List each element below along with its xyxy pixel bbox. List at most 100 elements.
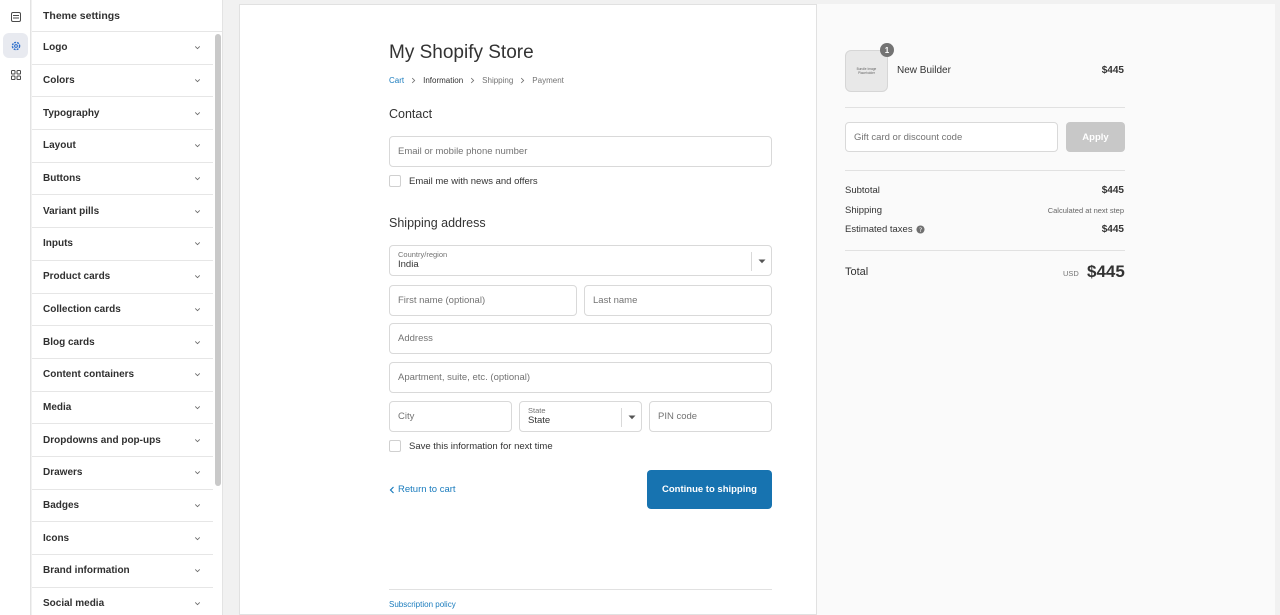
discount-placeholder: Gift card or discount code: [854, 131, 963, 143]
chevron-down-icon: [194, 275, 201, 279]
breadcrumb: Cart Information Shipping Payment: [389, 76, 564, 85]
chevron-down-icon: [194, 602, 201, 606]
product-price: $445: [1101, 65, 1124, 76]
breadcrumb-payment: Payment: [532, 76, 564, 85]
chevron-down-icon: [194, 79, 201, 83]
apps-icon[interactable]: [3, 62, 28, 87]
breadcrumb-cart[interactable]: Cart: [389, 76, 404, 85]
theme-settings-sidebar: Theme settings Logo Colors Typography La…: [32, 0, 223, 615]
sidebar-item-label: Dropdowns and pop-ups: [43, 434, 161, 446]
taxes-value: $445: [1101, 224, 1124, 235]
address-field[interactable]: Address: [389, 323, 772, 354]
contact-heading: Contact: [389, 107, 433, 121]
chevron-right-icon: [412, 77, 416, 84]
sidebar-item-social-media[interactable]: Social media: [32, 588, 213, 615]
sidebar-item-inputs[interactable]: Inputs: [32, 228, 213, 261]
sidebar-item-logo[interactable]: Logo: [32, 32, 213, 65]
sidebar-item-label: Brand information: [43, 565, 130, 577]
sidebar-item-label: Social media: [43, 598, 105, 610]
sidebar-item-dropdowns-and-pop-ups[interactable]: Dropdowns and pop-ups: [32, 424, 213, 457]
thumbnail-placeholder-text: Bundle Image Placeholder: [856, 67, 877, 75]
shipping-address-heading: Shipping address: [389, 216, 486, 230]
chevron-right-icon: [471, 77, 475, 84]
sidebar-item-label: Typography: [43, 107, 100, 119]
apply-button[interactable]: Apply: [1066, 122, 1125, 152]
sidebar-item-media[interactable]: Media: [32, 392, 213, 425]
sidebar-item-label: Inputs: [43, 238, 73, 250]
return-to-cart-link[interactable]: Return to cart: [389, 484, 456, 495]
sidebar-item-label: Layout: [43, 140, 76, 152]
save-info-option: Save this information for next time: [389, 440, 553, 452]
chevron-down-icon: [194, 340, 201, 344]
sidebar-item-label: Media: [43, 401, 72, 413]
email-field[interactable]: Email or mobile phone number: [389, 136, 772, 167]
sidebar-item-product-cards[interactable]: Product cards: [32, 261, 213, 294]
country-select[interactable]: Country/region India: [389, 245, 772, 276]
last-name-placeholder: Last name: [593, 295, 638, 306]
sidebar-item-label: Variant pills: [43, 205, 100, 217]
sidebar-item-icons[interactable]: Icons: [32, 522, 213, 555]
apartment-placeholder: Apartment, suite, etc. (optional): [398, 372, 531, 383]
breadcrumb-shipping: Shipping: [482, 76, 514, 85]
sidebar-item-label: Badges: [43, 499, 80, 511]
sidebar-item-layout[interactable]: Layout: [32, 130, 213, 163]
chevron-down-icon: [194, 242, 201, 246]
subtotal-label: Subtotal: [845, 185, 880, 196]
footer-divider: [389, 589, 772, 590]
chevron-down-icon: [194, 111, 201, 116]
shipping-label: Shipping: [845, 205, 882, 216]
sidebar-item-drawers[interactable]: Drawers: [32, 457, 213, 490]
sidebar-item-label: Collection cards: [43, 303, 121, 315]
state-label: State: [528, 406, 546, 415]
gear-icon[interactable]: [3, 33, 28, 58]
sidebar-item-buttons[interactable]: Buttons: [32, 163, 213, 196]
continue-to-shipping-button[interactable]: Continue to shipping: [647, 470, 772, 509]
city-placeholder: City: [398, 411, 415, 422]
breadcrumb-information: Information: [423, 76, 464, 85]
sidebar-item-content-containers[interactable]: Content containers: [32, 359, 213, 392]
first-name-field[interactable]: First name (optional): [389, 285, 577, 316]
sidebar-item-colors[interactable]: Colors: [32, 65, 213, 98]
sidebar-title: Theme settings: [32, 0, 222, 32]
discount-code-field[interactable]: Gift card or discount code: [845, 122, 1058, 152]
product-thumbnail: Bundle Image Placeholder: [845, 50, 888, 92]
last-name-field[interactable]: Last name: [584, 285, 772, 316]
state-select[interactable]: State State: [519, 401, 642, 432]
subscription-policy-link[interactable]: Subscription policy: [389, 600, 456, 609]
state-value: State: [528, 415, 551, 426]
sidebar-item-typography[interactable]: Typography: [32, 97, 213, 131]
estimated-taxes: Estimated taxes ?: [845, 224, 925, 235]
caret-down-icon: [751, 252, 771, 271]
apartment-field[interactable]: Apartment, suite, etc. (optional): [389, 362, 772, 393]
sidebar-item-brand-information[interactable]: Brand information: [32, 555, 213, 588]
save-info-checkbox[interactable]: [389, 440, 401, 452]
chevron-down-icon: [194, 569, 201, 573]
country-label: Country/region: [398, 250, 448, 259]
sidebar-item-badges[interactable]: Badges: [32, 490, 213, 523]
total-amount: $445: [1087, 262, 1125, 281]
sidebar-item-collection-cards[interactable]: Collection cards: [32, 294, 213, 327]
product-name: New Builder: [897, 65, 951, 76]
city-field[interactable]: City: [389, 401, 512, 432]
summary-divider: [845, 107, 1125, 108]
order-summary-panel: [816, 4, 1275, 615]
sections-icon[interactable]: [3, 4, 28, 29]
chevron-left-icon: [389, 486, 394, 493]
newsletter-checkbox[interactable]: [389, 175, 401, 187]
quantity-badge: 1: [880, 43, 894, 57]
chevron-down-icon: [194, 46, 201, 50]
sidebar-item-label: Product cards: [43, 271, 111, 283]
icon-rail: [0, 0, 31, 615]
chevron-right-icon: [521, 77, 525, 84]
sidebar-item-blog-cards[interactable]: Blog cards: [32, 326, 213, 359]
sidebar-item-variant-pills[interactable]: Variant pills: [32, 195, 213, 229]
help-icon[interactable]: ?: [916, 225, 925, 234]
pin-code-field[interactable]: PIN code: [649, 401, 772, 432]
chevron-down-icon: [194, 307, 201, 312]
first-name-placeholder: First name (optional): [398, 295, 486, 306]
summary-divider: [845, 170, 1125, 171]
sidebar-item-label: Icons: [43, 532, 70, 544]
sidebar-item-label: Drawers: [43, 467, 83, 479]
sidebar-scrollbar[interactable]: [215, 34, 221, 486]
total-label: Total: [845, 266, 869, 278]
